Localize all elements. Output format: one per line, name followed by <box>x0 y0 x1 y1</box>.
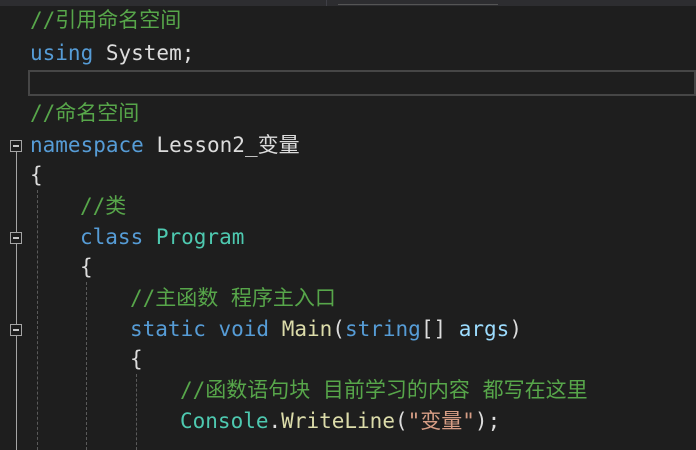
navigation-separator <box>326 0 327 6</box>
code-line[interactable]: static void Main(string[] args) <box>0 314 522 344</box>
type-name: Console <box>180 409 269 433</box>
code-line[interactable]: { <box>0 252 93 282</box>
punctuation: . <box>268 409 282 433</box>
code-editor[interactable]: //引用命名空间 using System; //命名空间 namespace … <box>0 0 696 450</box>
code-line[interactable]: //命名空间 <box>0 98 139 128</box>
comment: //函数语句块 目前学习的内容 都写在这里 <box>180 378 588 402</box>
code-line[interactable]: namespace Lesson2_变量 <box>0 130 300 160</box>
comment: //类 <box>80 194 127 218</box>
identifier: Lesson2_变量 <box>143 133 300 157</box>
code-line[interactable]: //主函数 程序主入口 <box>0 283 336 313</box>
keyword: void <box>205 317 270 341</box>
keyword: static <box>130 317 206 341</box>
punctuation: [] <box>420 317 459 341</box>
parameter: args <box>458 317 510 341</box>
method-name: Main <box>269 317 333 341</box>
comment: //主函数 程序主入口 <box>130 286 336 310</box>
code-line[interactable]: //引用命名空间 <box>0 5 181 35</box>
code-line[interactable]: Console.WriteLine("变量"); <box>0 406 500 436</box>
comment: //命名空间 <box>30 101 140 125</box>
current-line-highlight <box>28 70 696 96</box>
indent-guide <box>136 374 137 450</box>
brace: { <box>30 163 43 187</box>
keyword: using <box>30 41 94 65</box>
punctuation: ( <box>394 409 408 433</box>
code-line[interactable]: //函数语句块 目前学习的内容 都写在这里 <box>0 375 588 405</box>
code-line[interactable]: //类 <box>0 191 126 221</box>
code-line[interactable]: class Program <box>0 222 244 252</box>
code-line[interactable]: { <box>0 344 143 374</box>
member-dropdown[interactable] <box>338 0 498 5</box>
code-line[interactable]: { <box>0 160 51 190</box>
keyword: class <box>80 225 144 249</box>
code-line[interactable]: using System; <box>0 38 194 68</box>
brace: { <box>80 255 93 279</box>
indent-guide <box>86 282 87 450</box>
punctuation: ) <box>509 317 522 341</box>
type-name: Program <box>143 225 245 249</box>
keyword: namespace <box>30 133 144 157</box>
method-name: WriteLine <box>281 409 395 433</box>
punctuation: ( <box>332 317 345 341</box>
punctuation: ); <box>474 409 501 433</box>
comment: //引用命名空间 <box>30 8 182 32</box>
string-literal: "变量" <box>407 409 475 433</box>
identifier: System; <box>93 41 195 65</box>
brace: { <box>130 347 143 371</box>
keyword: string <box>344 317 421 341</box>
